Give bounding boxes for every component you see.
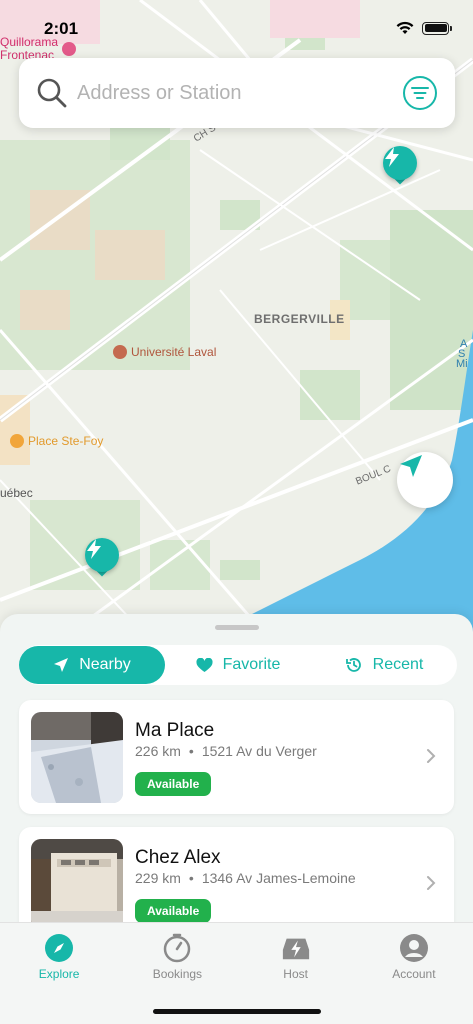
- city-label: uébec: [0, 486, 33, 500]
- history-icon: [345, 658, 361, 672]
- timer-icon: [162, 933, 192, 963]
- station-address: 1521 Av du Verger: [201, 743, 317, 759]
- home-indicator: [153, 1009, 321, 1014]
- status-time: 2:01: [44, 19, 79, 38]
- graduation-cap-icon: [113, 345, 127, 359]
- water-label: Mi: [456, 358, 468, 370]
- station-name: Ma Place: [135, 720, 215, 741]
- station-distance: 229 km: [135, 870, 181, 886]
- wifi-icon: [396, 21, 414, 34]
- separator-dot: •: [188, 743, 194, 759]
- filter-icon: [411, 87, 429, 99]
- map-poi-place-ste-foy[interactable]: Place Ste-Foy: [10, 434, 103, 448]
- heart-icon: [196, 657, 213, 672]
- station-address: 1346 Av James-Lemoine: [201, 870, 356, 886]
- tab-label: Nearby: [79, 656, 131, 673]
- location-arrow-icon: [54, 658, 69, 672]
- tab-nearby[interactable]: Nearby: [19, 646, 165, 684]
- battery-icon: [422, 21, 452, 35]
- map-poi-universite-laval[interactable]: Université Laval: [113, 345, 216, 359]
- poi-label: Place Ste-Foy: [28, 434, 104, 448]
- location-arrow-icon: [400, 455, 422, 477]
- chevron-right-icon: [427, 749, 436, 763]
- tab-label: Host: [283, 967, 308, 981]
- shopping-bag-icon: [10, 434, 24, 448]
- tab-favorite[interactable]: Favorite: [165, 646, 311, 684]
- restaurant-icon: [62, 42, 77, 56]
- search-icon: [37, 78, 67, 108]
- stations-sheet[interactable]: Nearby Favorite Recent Ma Place 226 km •…: [0, 614, 473, 934]
- tab-account[interactable]: Account: [355, 923, 473, 1024]
- tab-label: Account: [392, 967, 436, 981]
- compass-icon: [44, 933, 74, 963]
- tab-label: Bookings: [152, 967, 203, 981]
- station-card[interactable]: Ma Place 226 km • 1521 Av du Verger Avai…: [19, 700, 454, 814]
- station-name: Chez Alex: [135, 847, 221, 868]
- station-pin[interactable]: [383, 146, 417, 186]
- lightning-icon: [85, 538, 119, 572]
- station-pin[interactable]: [85, 538, 119, 578]
- status-bar: 2:01: [0, 0, 473, 44]
- locate-me-button[interactable]: [397, 452, 453, 508]
- status-badge: Available: [135, 899, 212, 923]
- search-bar[interactable]: [19, 58, 455, 128]
- list-filter-tabs: Nearby Favorite Recent: [19, 645, 457, 685]
- host-car-icon: [281, 933, 311, 963]
- account-icon: [399, 933, 429, 963]
- status-badge: Available: [135, 772, 212, 796]
- district-label: BERGERVILLE: [254, 312, 345, 326]
- station-distance: 226 km: [135, 743, 181, 759]
- search-input[interactable]: [77, 81, 403, 105]
- tab-label: Explore: [38, 967, 80, 981]
- station-photo: [31, 839, 123, 930]
- sheet-drag-handle[interactable]: [215, 625, 259, 630]
- poi-label: Université Laval: [131, 345, 217, 359]
- tab-label: Favorite: [222, 656, 281, 673]
- tab-label: Recent: [372, 656, 424, 673]
- chevron-right-icon: [427, 876, 436, 890]
- separator-dot: •: [188, 870, 194, 886]
- station-photo: [31, 712, 123, 803]
- filter-button[interactable]: [403, 76, 437, 110]
- station-card[interactable]: Chez Alex 229 km • 1346 Av James-Lemoine…: [19, 827, 454, 934]
- lightning-icon: [383, 146, 417, 180]
- tab-explore[interactable]: Explore: [0, 923, 118, 1024]
- tab-recent[interactable]: Recent: [311, 646, 457, 684]
